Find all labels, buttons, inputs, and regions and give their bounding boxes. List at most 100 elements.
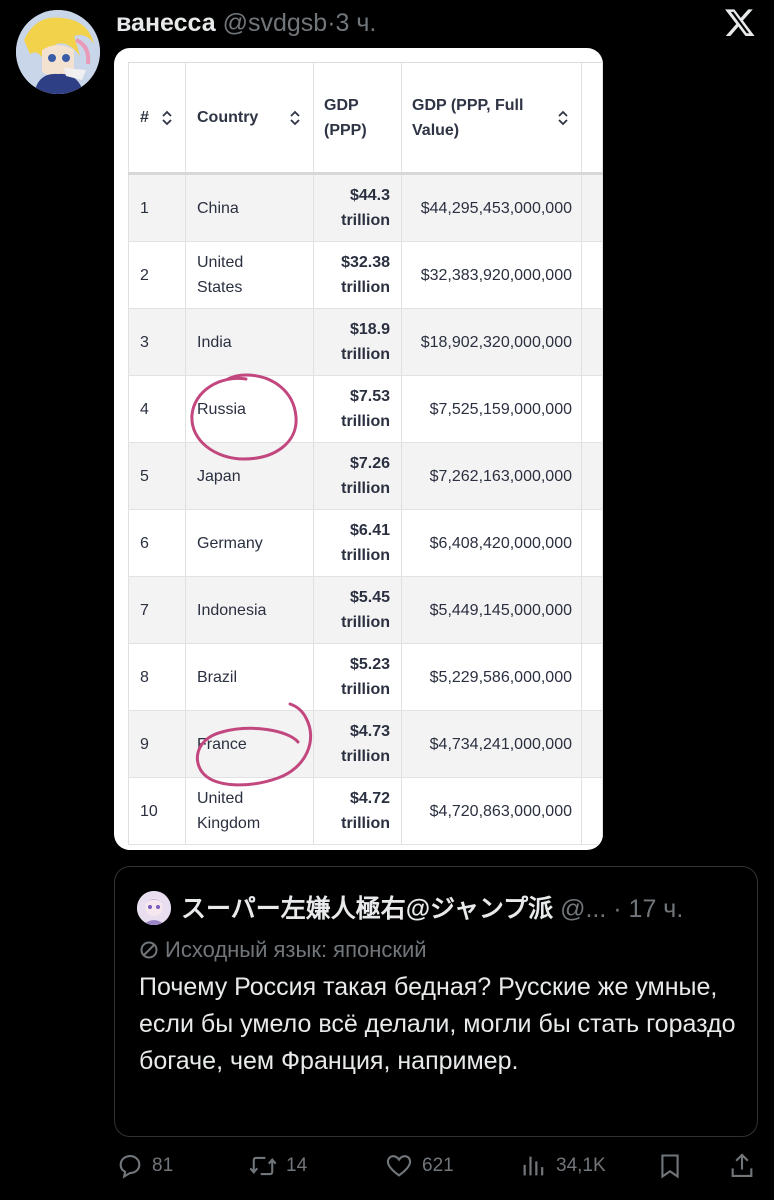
repost-button[interactable]: 14 [248, 1152, 307, 1180]
quoted-author-avatar[interactable] [137, 891, 171, 925]
author-handle[interactable]: @svdgsb [223, 9, 328, 37]
attached-image[interactable]: # Country GDP (PPP) GDP (PPP, Full Value… [114, 48, 603, 850]
rank-cell: 1 [128, 175, 186, 241]
header-rank-label: # [140, 109, 149, 126]
sort-icon [558, 110, 568, 125]
translation-note[interactable]: Исходный язык: японский [139, 935, 427, 965]
views-button[interactable]: 34,1K [520, 1152, 606, 1180]
quoted-separator: · [613, 895, 622, 923]
author-name[interactable]: ванесса [116, 9, 216, 37]
overflow-cell [582, 242, 603, 308]
header-country-label: Country [197, 109, 259, 126]
quoted-avatar-image [137, 891, 171, 925]
gdp-cell-text: $5.23 trillion [341, 656, 390, 698]
header-gdp-label: GDP (PPP) [324, 96, 367, 139]
view-count: 34,1K [556, 1155, 606, 1176]
gdp-cell-text: $32.38 trillion [341, 254, 390, 296]
gdp-full-cell: $7,525,159,000,000 [402, 376, 582, 442]
country-cell: France [186, 711, 314, 777]
country-cell: Japan [186, 443, 314, 509]
repost-count: 14 [286, 1155, 308, 1176]
heart-icon [386, 1155, 412, 1177]
table-row: 3 India $18.9 trillion $18,902,320,000,000 [128, 309, 603, 376]
rank-cell: 5 [128, 443, 186, 509]
header-rank[interactable]: # [128, 63, 186, 172]
rank-cell-text: 4 [140, 400, 149, 418]
rank-cell: 8 [128, 644, 186, 710]
overflow-cell [582, 644, 603, 710]
reply-button[interactable]: 81 [116, 1152, 173, 1180]
rank-cell-text: 7 [140, 601, 149, 619]
gdp-cell: $5.23 trillion [314, 644, 402, 710]
rank-cell: 9 [128, 711, 186, 777]
country-cell: Germany [186, 510, 314, 576]
sort-icon [162, 110, 172, 125]
share-button[interactable] [728, 1152, 764, 1180]
quoted-time[interactable]: 17 ч. [629, 895, 684, 923]
gdp-cell-text: $7.26 trillion [341, 455, 390, 497]
country-cell-text: Indonesia [197, 601, 267, 619]
reply-icon [119, 1155, 141, 1179]
overflow-cell [582, 309, 603, 375]
country-cell-text: France [197, 735, 247, 753]
rank-cell-text: 6 [140, 534, 149, 552]
table-row: 7 Indonesia $5.45 trillion $5,449,145,000,0… [128, 577, 603, 644]
gdp-full-cell-text: $7,262,163,000,000 [429, 467, 572, 485]
table-row: 9 France $4.73 trillion $4,734,241,000,000 [128, 711, 603, 778]
bookmark-button[interactable] [656, 1152, 692, 1180]
country-cell-text: Germany [197, 534, 263, 552]
gdp-cell-text: $4.72 trillion [341, 790, 390, 832]
header-gdp-full-label: GDP (PPP, Full Value) [412, 96, 524, 139]
gdp-full-cell: $5,229,586,000,000 [402, 644, 582, 710]
country-cell-text: China [197, 199, 239, 217]
country-cell: Indonesia [186, 577, 314, 643]
table-row: 6 Germany $6.41 trillion $6,408,420,000,000 [128, 510, 603, 577]
quoted-tweet[interactable]: スーパー左嫌人極右@ジャンプ派 @... · 17 ч. Исходный яз… [114, 866, 758, 1137]
overflow-cell [582, 510, 603, 576]
rank-cell-text: 9 [140, 735, 149, 753]
gdp-cell: $32.38 trillion [314, 242, 402, 308]
author-avatar[interactable] [16, 10, 100, 94]
country-cell: India [186, 309, 314, 375]
x-logo-icon[interactable] [722, 6, 758, 38]
gdp-cell: $5.45 trillion [314, 577, 402, 643]
gdp-cell-text: $18.9 trillion [341, 321, 390, 363]
gdp-cell-text: $4.73 trillion [341, 723, 390, 765]
rank-cell: 6 [128, 510, 186, 576]
like-button[interactable]: 621 [384, 1152, 454, 1180]
gdp-cell-text: $6.41 trillion [341, 522, 390, 564]
gdp-full-cell: $6,408,420,000,000 [402, 510, 582, 576]
gdp-cell-text: $44.3 trillion [341, 187, 390, 229]
overflow-cell [582, 577, 603, 643]
table-row: 10 United Kingdom $4.72 trillion $4,720,863… [128, 778, 603, 845]
header-overflow [582, 63, 603, 172]
bookmark-icon [661, 1154, 679, 1179]
quoted-author-handle[interactable]: @... [560, 895, 606, 923]
gdp-full-cell: $4,734,241,000,000 [402, 711, 582, 777]
rank-cell-text: 8 [140, 668, 149, 686]
overflow-cell [582, 443, 603, 509]
gdp-cell: $44.3 trillion [314, 175, 402, 241]
country-cell-text: Japan [197, 467, 241, 485]
rank-cell-text: 5 [140, 467, 149, 485]
gdp-full-cell-text: $5,229,586,000,000 [429, 668, 572, 686]
gdp-cell: $7.26 trillion [314, 443, 402, 509]
quoted-header: スーパー左嫌人極右@ジャンプ派 @... · 17 ч. [181, 893, 683, 925]
action-bar: 81 14 621 34,1K [0, 1148, 774, 1188]
rank-cell: 10 [128, 778, 186, 844]
gdp-full-cell: $32,383,920,000,000 [402, 242, 582, 308]
tweet-time[interactable]: 3 ч. [336, 9, 377, 37]
tweet-header: ванесса @svdgsb·3 ч. [116, 8, 376, 38]
gdp-full-cell-text: $5,449,145,000,000 [429, 601, 572, 619]
rank-cell: 4 [128, 376, 186, 442]
translation-note-text: Исходный язык: японский [165, 937, 427, 962]
header-gdp[interactable]: GDP (PPP) [314, 63, 402, 172]
gdp-full-cell: $18,902,320,000,000 [402, 309, 582, 375]
header-country[interactable]: Country [186, 63, 314, 172]
quoted-author-name[interactable]: スーパー左嫌人極右@ジャンプ派 [181, 895, 553, 923]
header-gdp-full[interactable]: GDP (PPP, Full Value) [402, 63, 582, 172]
country-cell: United States [186, 242, 314, 308]
gdp-full-cell-text: $6,408,420,000,000 [429, 534, 572, 552]
gdp-cell: $4.72 trillion [314, 778, 402, 844]
gdp-full-cell: $5,449,145,000,000 [402, 577, 582, 643]
